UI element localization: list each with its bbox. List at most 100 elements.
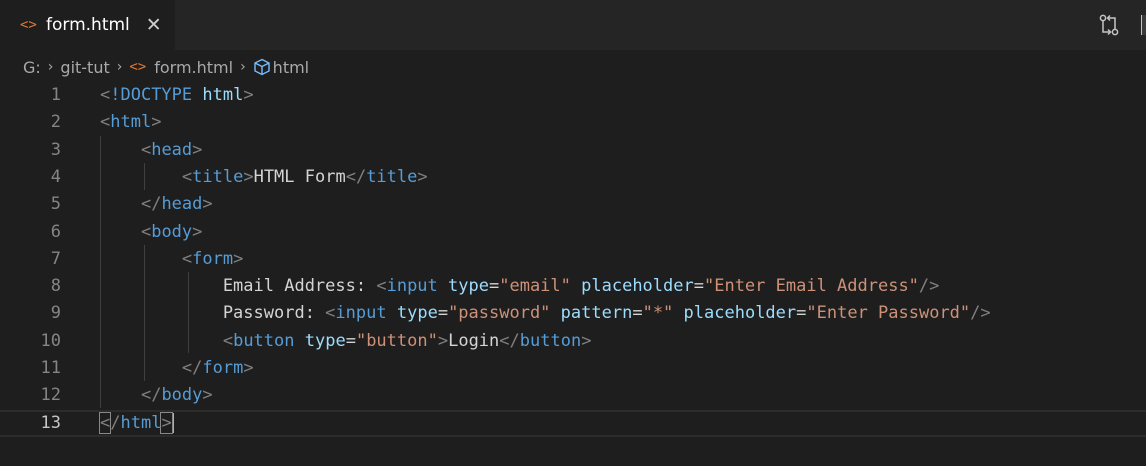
punctuation: </ [499, 330, 520, 351]
text [571, 276, 581, 296]
code-line[interactable]: 6 <body> [0, 219, 1146, 246]
line-number: 1 [50, 85, 61, 105]
code-line[interactable]: 4 <title>HTML Form</title> [0, 164, 1146, 191]
punctuation: < [376, 276, 387, 297]
text [100, 222, 141, 242]
html-file-icon: <> [20, 17, 37, 33]
tag-name: form [192, 248, 234, 269]
text: = [437, 303, 449, 324]
code-content: Password: <input type="password" pattern… [100, 300, 991, 327]
code-line[interactable]: 1 <!DOCTYPE html> [0, 82, 1146, 109]
line-number: 2 [50, 112, 61, 133]
text [438, 276, 448, 296]
tab-form-html[interactable]: <> form.html ✕ [0, 0, 175, 50]
punctuation: < [100, 85, 111, 105]
line-number: 8 [50, 276, 61, 297]
punctuation: </ [140, 385, 162, 406]
matched-bracket: < [98, 411, 112, 434]
code-line[interactable]: 12 </body> [0, 382, 1146, 409]
text: = [488, 276, 500, 297]
text: = [796, 303, 807, 324]
punctuation: /> [970, 303, 991, 324]
attribute-name: placeholder [683, 303, 797, 324]
text-cursor [171, 412, 174, 433]
text [550, 303, 560, 323]
punctuation: > [202, 385, 213, 406]
breadcrumb-drive[interactable]: G: [23, 58, 41, 77]
tag-name: title [192, 166, 244, 187]
punctuation: > [581, 330, 592, 351]
tag-name: head [151, 139, 193, 160]
code-line[interactable]: 8 Email Address: <input type="email" pla… [0, 273, 1146, 300]
split-editor-icon[interactable] [1141, 15, 1146, 35]
line-number: 12 [40, 385, 61, 406]
text [100, 249, 182, 269]
code-content: <button type="button">Login</button> [100, 328, 592, 355]
line-number: 6 [50, 221, 61, 242]
text: = [345, 330, 356, 351]
attribute-name: type [304, 330, 346, 351]
text: Password: [100, 303, 326, 324]
code-content: <title>HTML Form</title> [100, 164, 428, 191]
text [295, 331, 305, 351]
text [100, 331, 223, 351]
text: = [693, 276, 704, 297]
code-content: <body> [100, 219, 202, 246]
code-line[interactable]: 2 <html> [0, 109, 1146, 136]
punctuation: > [192, 221, 203, 242]
code-line[interactable]: 10 <button type="button">Login</button> [0, 328, 1146, 355]
text: = [632, 303, 643, 324]
chevron-right-icon: › [240, 59, 246, 75]
attribute-name: placeholder [581, 276, 694, 297]
code-content: Email Address: <input type="email" place… [100, 273, 940, 300]
close-icon[interactable]: ✕ [146, 14, 162, 36]
code-editor[interactable]: 1 <!DOCTYPE html> 2 <html> 3 <head> 4 <title>… [0, 82, 1146, 466]
matched-bracket: > [160, 411, 173, 434]
tag-name: input [335, 303, 387, 324]
breadcrumb-file[interactable]: form.html [154, 58, 233, 77]
code-line[interactable]: 7 <form> [0, 246, 1146, 273]
code-content: <!DOCTYPE html> [100, 82, 254, 109]
line-number: 10 [40, 330, 61, 351]
code-line[interactable]: 13 </html> [0, 409, 1146, 437]
chevron-right-icon: › [47, 59, 54, 75]
punctuation: < [325, 303, 336, 324]
punctuation: > [243, 85, 254, 105]
punctuation: < [100, 112, 111, 133]
code-content: </head> [100, 191, 213, 218]
breadcrumb: G: › git-tut › <> form.html › html [0, 50, 1146, 84]
code-content: </body> [100, 382, 213, 409]
text [673, 303, 683, 323]
text [100, 385, 141, 405]
tag-name: button [233, 330, 295, 351]
doctype-keyword: !DOCTYPE [110, 85, 193, 105]
chevron-right-icon: › [116, 59, 123, 75]
attribute-value: "button" [355, 330, 438, 351]
code-line[interactable]: 3 <head> [0, 137, 1146, 164]
punctuation: > [437, 330, 449, 351]
text: Email Address: [100, 276, 377, 297]
punctuation: </ [345, 166, 367, 187]
text [100, 358, 182, 378]
line-number: 4 [50, 166, 61, 187]
tab-bar: <> form.html ✕ [0, 0, 1146, 50]
line-number: 11 [40, 358, 61, 378]
open-changes-icon[interactable] [1099, 14, 1119, 36]
line-number: 3 [50, 139, 61, 160]
punctuation: < [222, 330, 234, 351]
breadcrumb-symbol[interactable]: html [273, 58, 309, 77]
code-line[interactable]: 9 Password: <input type="password" patte… [0, 300, 1146, 327]
punctuation: / [110, 412, 121, 433]
breadcrumb-folder[interactable]: git-tut [60, 58, 109, 77]
html-file-icon: <> [129, 59, 147, 75]
punctuation: < [181, 248, 193, 269]
code-content: </html> [98, 411, 174, 435]
line-number: 5 [50, 194, 61, 215]
code-line[interactable]: 5 </head> [0, 191, 1146, 218]
tag-name: html [120, 412, 162, 433]
punctuation: > [243, 166, 254, 187]
tag-name: title [366, 166, 418, 187]
tag-name: button [519, 330, 582, 351]
code-line[interactable]: 11 </form> [0, 355, 1146, 382]
attribute-value: "Enter Email Address" [703, 276, 919, 297]
